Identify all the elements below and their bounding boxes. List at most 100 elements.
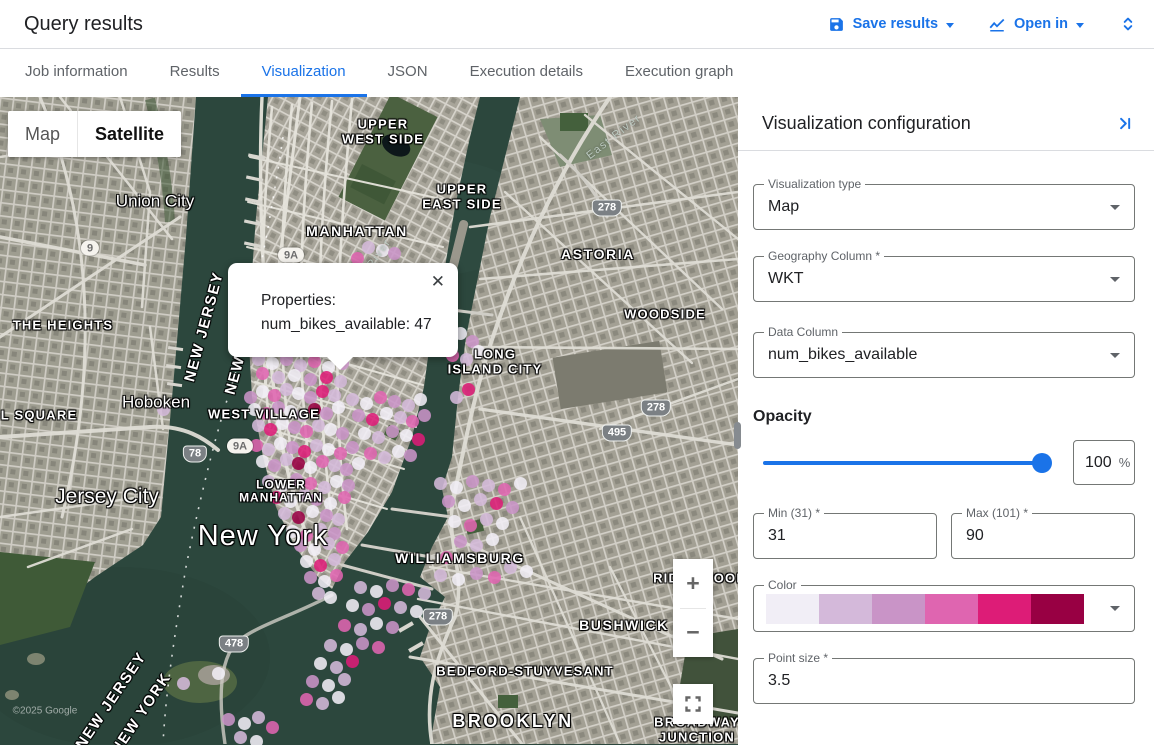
data-point[interactable] [296, 409, 309, 422]
data-point[interactable] [346, 393, 359, 406]
data-point[interactable] [322, 679, 335, 692]
data-point[interactable] [402, 583, 415, 596]
data-point[interactable] [372, 641, 385, 654]
data-point[interactable] [328, 459, 341, 472]
data-point[interactable] [346, 599, 359, 612]
data-point[interactable] [404, 449, 417, 462]
data-point[interactable] [276, 417, 289, 430]
data-point[interactable] [376, 244, 389, 257]
data-point[interactable] [286, 441, 299, 454]
data-point[interactable] [157, 403, 170, 416]
opacity-slider-knob[interactable] [1032, 453, 1052, 473]
data-point[interactable] [330, 661, 343, 674]
data-point[interactable] [506, 501, 519, 514]
data-point[interactable] [394, 601, 407, 614]
data-point[interactable] [252, 419, 265, 432]
data-point[interactable] [256, 455, 269, 468]
point-size-field[interactable]: Point size * 3.5 [753, 658, 1135, 704]
data-point[interactable] [450, 481, 463, 494]
data-point[interactable] [450, 391, 463, 404]
data-point[interactable] [358, 427, 371, 440]
collapse-panel-button[interactable] [1116, 115, 1133, 132]
data-point[interactable] [374, 391, 387, 404]
data-point[interactable] [362, 603, 375, 616]
data-point[interactable] [292, 387, 305, 400]
data-point[interactable] [334, 447, 347, 460]
panel-resize-handle[interactable] [734, 422, 741, 449]
data-point[interactable] [354, 623, 367, 636]
data-point[interactable] [490, 497, 503, 510]
data-point[interactable] [454, 535, 467, 548]
data-point[interactable] [400, 429, 413, 442]
data-point[interactable] [306, 505, 319, 518]
data-point[interactable] [496, 517, 509, 530]
data-point[interactable] [316, 697, 329, 710]
opacity-value-field[interactable]: 100 % [1073, 440, 1135, 485]
data-point[interactable] [262, 475, 275, 488]
select-field-data-column[interactable]: Data Columnnum_bikes_available [753, 332, 1135, 378]
data-point[interactable] [250, 439, 263, 452]
data-point[interactable] [248, 403, 261, 416]
data-point[interactable] [324, 497, 337, 510]
data-point[interactable] [380, 407, 393, 420]
data-point[interactable] [452, 573, 465, 586]
map-canvas[interactable]: Union CityMANHATTANUPPER WEST SIDEUPPER … [0, 97, 738, 745]
data-point[interactable] [308, 543, 321, 556]
data-point[interactable] [318, 481, 331, 494]
data-point[interactable] [256, 367, 269, 380]
data-point[interactable] [342, 479, 355, 492]
data-point[interactable] [300, 693, 313, 706]
tab-job-information[interactable]: Job information [4, 49, 149, 97]
data-point[interactable] [486, 533, 499, 546]
data-point[interactable] [304, 571, 317, 584]
data-point[interactable] [298, 445, 311, 458]
map-type-satellite-button[interactable]: Satellite [77, 111, 181, 157]
data-point[interactable] [464, 519, 477, 532]
data-point[interactable] [270, 491, 283, 504]
data-point[interactable] [332, 401, 345, 414]
data-point[interactable] [222, 713, 235, 726]
data-point[interactable] [414, 393, 427, 406]
data-point[interactable] [322, 443, 335, 456]
data-point[interactable] [378, 451, 391, 464]
data-point[interactable] [370, 585, 383, 598]
data-point[interactable] [274, 437, 287, 450]
data-point[interactable] [300, 555, 313, 568]
data-point[interactable] [292, 457, 305, 470]
data-point[interactable] [308, 403, 321, 416]
data-point[interactable] [298, 489, 311, 502]
data-point[interactable] [288, 421, 301, 434]
data-point[interactable] [294, 539, 307, 552]
data-point[interactable] [378, 597, 391, 610]
data-point[interactable] [312, 587, 325, 600]
data-point[interactable] [314, 523, 327, 536]
data-point[interactable] [332, 691, 345, 704]
map-type-map-button[interactable]: Map [8, 111, 77, 157]
data-point[interactable] [288, 369, 301, 382]
data-point[interactable] [328, 389, 341, 402]
data-point[interactable] [410, 605, 423, 618]
data-point[interactable] [300, 425, 313, 438]
data-point[interactable] [504, 561, 517, 574]
data-point[interactable] [440, 551, 453, 564]
data-point[interactable] [372, 431, 385, 444]
data-point[interactable] [212, 667, 225, 680]
min-field[interactable]: Min (31) * 31 [753, 513, 937, 559]
expand-results-button[interactable] [1118, 13, 1138, 35]
zoom-out-button[interactable]: − [673, 609, 713, 658]
data-point[interactable] [418, 409, 431, 422]
data-point[interactable] [324, 423, 337, 436]
data-point[interactable] [314, 657, 327, 670]
data-point[interactable] [304, 461, 317, 474]
data-point[interactable] [466, 475, 479, 488]
data-point[interactable] [320, 509, 333, 522]
data-point[interactable] [366, 413, 379, 426]
data-point[interactable] [470, 539, 483, 552]
data-point[interactable] [234, 731, 247, 744]
data-point[interactable] [314, 559, 327, 572]
data-point[interactable] [362, 241, 375, 254]
tab-execution-graph[interactable]: Execution graph [604, 49, 754, 97]
tab-results[interactable]: Results [149, 49, 241, 97]
data-point[interactable] [338, 673, 351, 686]
tab-json[interactable]: JSON [367, 49, 449, 97]
